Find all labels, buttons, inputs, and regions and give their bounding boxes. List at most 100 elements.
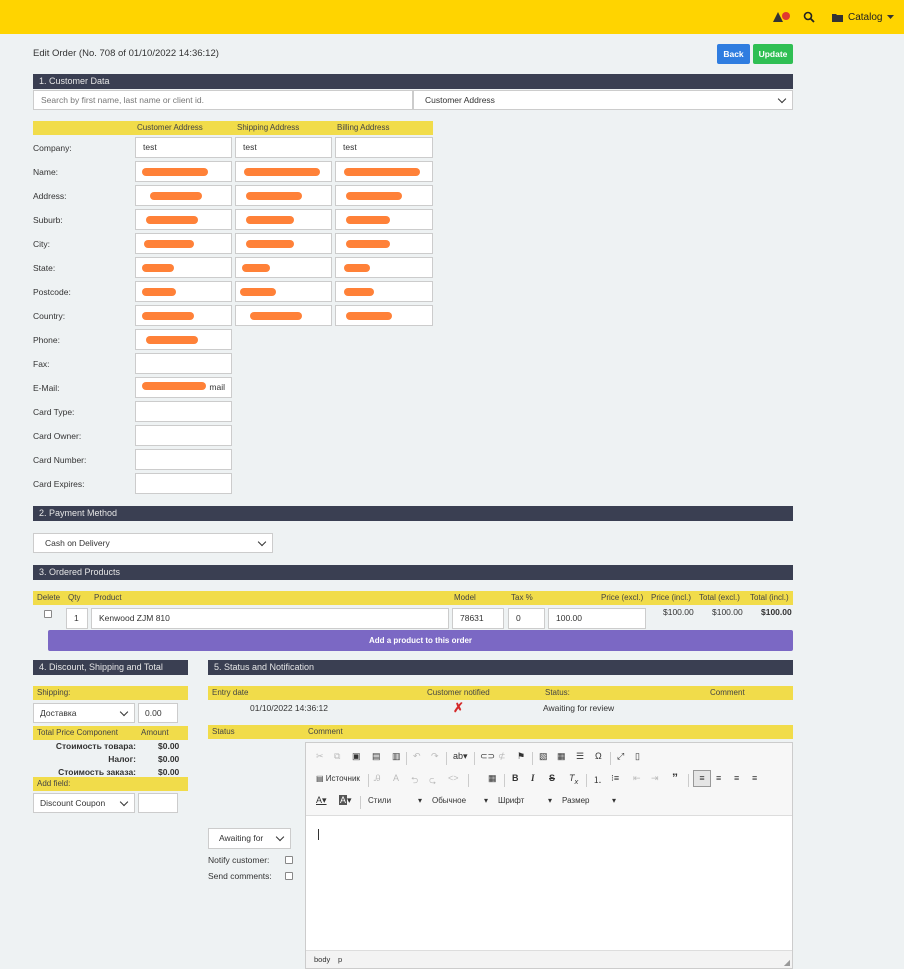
total-line-label: Стоимость товара: bbox=[55, 741, 136, 751]
address-type-value: Customer Address bbox=[425, 95, 495, 105]
qty-input[interactable]: 1 bbox=[66, 608, 88, 629]
notify-customer-checkbox[interactable] bbox=[285, 856, 293, 864]
product-name-input[interactable]: Kenwood ZJM 810 bbox=[91, 608, 449, 629]
update-button[interactable]: Update bbox=[753, 44, 793, 64]
path-body[interactable]: body bbox=[314, 951, 330, 969]
shipping-cost-input[interactable]: 0.00 bbox=[138, 703, 178, 723]
delete-checkbox[interactable] bbox=[44, 610, 52, 618]
div-icon[interactable]: ⮎ bbox=[429, 773, 436, 789]
numbered-list-icon[interactable]: ⒈ bbox=[593, 773, 602, 786]
address-type-select[interactable]: Customer Address bbox=[413, 90, 793, 110]
card-type-input[interactable] bbox=[135, 401, 232, 422]
font-dropdown[interactable]: Шрифт ▾ bbox=[498, 796, 554, 805]
status-select-value: Awaiting for bbox=[219, 833, 264, 843]
section-ordered-products: 3. Ordered Products bbox=[33, 565, 793, 580]
code-icon[interactable]: <> bbox=[448, 773, 459, 783]
replace-icon[interactable]: A bbox=[393, 773, 399, 783]
col-customer-address: Customer Address bbox=[137, 123, 203, 132]
align-center-icon[interactable]: ≡ bbox=[716, 773, 721, 783]
label-name: Name: bbox=[33, 167, 59, 177]
resize-handle-icon[interactable]: ◢ bbox=[784, 959, 790, 967]
horizontal-rule-icon[interactable]: ☰ bbox=[576, 751, 584, 762]
paste-word-icon[interactable]: ▥ bbox=[392, 751, 401, 762]
styles-dropdown[interactable]: Стили ▾ bbox=[368, 796, 424, 805]
toolbar-separator bbox=[532, 752, 533, 765]
add-field-select[interactable]: Discount Coupon bbox=[33, 793, 135, 813]
paste-icon[interactable]: ▣ bbox=[352, 751, 361, 762]
total-line-amount: $0.00 bbox=[158, 767, 180, 777]
redo-icon[interactable]: ↷ bbox=[431, 751, 439, 762]
table-icon[interactable]: ▦ bbox=[557, 751, 566, 762]
label-fax: Fax: bbox=[33, 359, 50, 369]
card-owner-input[interactable] bbox=[135, 425, 232, 446]
undo-icon[interactable]: ↶ bbox=[413, 751, 421, 762]
model-input[interactable]: 78631 bbox=[452, 608, 504, 629]
copy-icon[interactable]: ⧉ bbox=[334, 751, 340, 762]
styles-label: Стили bbox=[368, 796, 392, 805]
quote-icon[interactable]: ” bbox=[672, 771, 678, 785]
cut-icon[interactable]: ✂ bbox=[316, 751, 324, 762]
caret-down-icon bbox=[887, 14, 895, 19]
unlink-icon[interactable]: ⊄ bbox=[498, 751, 506, 762]
address-table-header: Customer Address Shipping Address Billin… bbox=[33, 121, 433, 135]
align-right-icon[interactable]: ≡ bbox=[734, 773, 739, 783]
redaction-mark bbox=[142, 312, 194, 320]
outdent-icon[interactable]: ⇤ bbox=[633, 773, 641, 784]
maximize-icon[interactable]: ⤢ bbox=[617, 751, 624, 762]
editor-content-area[interactable] bbox=[306, 817, 792, 949]
catalog-menu[interactable]: Catalog bbox=[832, 10, 895, 24]
fax-input[interactable] bbox=[135, 353, 232, 374]
text-color-icon[interactable]: A▾ bbox=[316, 795, 327, 806]
comment-editor: ✂ ⧉ ▣ ▤ ▥ ↶ ↷ ab▾ ⊂⊃ ⊄ ⚑ ▧ ▦ ☰ Ω ⤢ ▯ ▤ И… bbox=[305, 742, 793, 969]
indent-icon[interactable]: ⇥ bbox=[651, 773, 659, 784]
path-p[interactable]: p bbox=[338, 951, 342, 969]
blockquote-icon[interactable]: ⮌ bbox=[411, 773, 418, 789]
alert-icon[interactable] bbox=[773, 11, 791, 23]
remove-format-icon[interactable]: Tx bbox=[569, 773, 578, 786]
search-icon[interactable] bbox=[803, 11, 815, 23]
customer-company-input[interactable]: test bbox=[135, 137, 232, 158]
italic-icon[interactable]: I bbox=[531, 773, 535, 783]
align-justify-icon[interactable]: ≡ bbox=[752, 773, 757, 783]
col-product: Product bbox=[94, 593, 122, 602]
find-icon[interactable]: Ꭿ bbox=[374, 773, 381, 784]
show-blocks-icon[interactable]: ▯ bbox=[635, 751, 640, 762]
special-char-icon[interactable]: Ω bbox=[595, 751, 602, 761]
status-select[interactable]: Awaiting for bbox=[208, 828, 291, 849]
add-product-button[interactable]: Add a product to this order bbox=[48, 630, 793, 651]
shipping-method-select[interactable]: Доставка bbox=[33, 703, 135, 723]
spellcheck-icon[interactable]: ab▾ bbox=[453, 751, 468, 762]
billing-company-input[interactable]: test bbox=[335, 137, 433, 158]
bold-icon[interactable]: B bbox=[512, 773, 519, 783]
col-qty: Qty bbox=[68, 593, 81, 602]
bulleted-list-icon[interactable]: ⁝≡ bbox=[611, 773, 619, 784]
add-field-input[interactable] bbox=[138, 793, 178, 813]
send-comments-checkbox[interactable] bbox=[285, 872, 293, 880]
anchor-icon[interactable]: ⚑ bbox=[517, 751, 525, 762]
col-model: Model bbox=[454, 593, 476, 602]
add-field-header: Add field: bbox=[33, 777, 188, 791]
bg-color-icon[interactable]: A▾ bbox=[339, 795, 352, 806]
paste-text-icon[interactable]: ▤ bbox=[372, 751, 381, 762]
section-status-notification: 5. Status and Notification bbox=[208, 660, 793, 675]
chevron-down-icon bbox=[275, 832, 285, 842]
format-table-icon[interactable]: ▦ bbox=[488, 773, 497, 784]
strikethrough-icon[interactable]: S bbox=[549, 773, 555, 783]
source-button[interactable]: ▤ Источник bbox=[316, 774, 360, 783]
size-dropdown[interactable]: Размер ▾ bbox=[562, 796, 618, 805]
price-excl-input[interactable]: 100.00 bbox=[548, 608, 646, 629]
image-icon[interactable]: ▧ bbox=[539, 751, 548, 762]
customer-search-input[interactable]: Search by first name, last name or clien… bbox=[33, 90, 413, 110]
redaction-mark bbox=[146, 216, 198, 224]
card-number-input[interactable] bbox=[135, 449, 232, 470]
payment-method-select[interactable]: Cash on Delivery bbox=[33, 533, 273, 553]
shipping-company-input[interactable]: test bbox=[235, 137, 332, 158]
link-icon[interactable]: ⊂⊃ bbox=[480, 751, 495, 762]
card-expires-input[interactable] bbox=[135, 473, 232, 494]
tax-input[interactable]: 0 bbox=[508, 608, 545, 629]
back-button[interactable]: Back bbox=[717, 44, 750, 64]
shipping-header: Shipping: bbox=[33, 686, 188, 700]
format-dropdown[interactable]: Обычное ▾ bbox=[432, 796, 488, 805]
col-price-excl: Price (excl.) bbox=[601, 593, 644, 602]
align-left-icon[interactable]: ≡ bbox=[693, 770, 711, 787]
